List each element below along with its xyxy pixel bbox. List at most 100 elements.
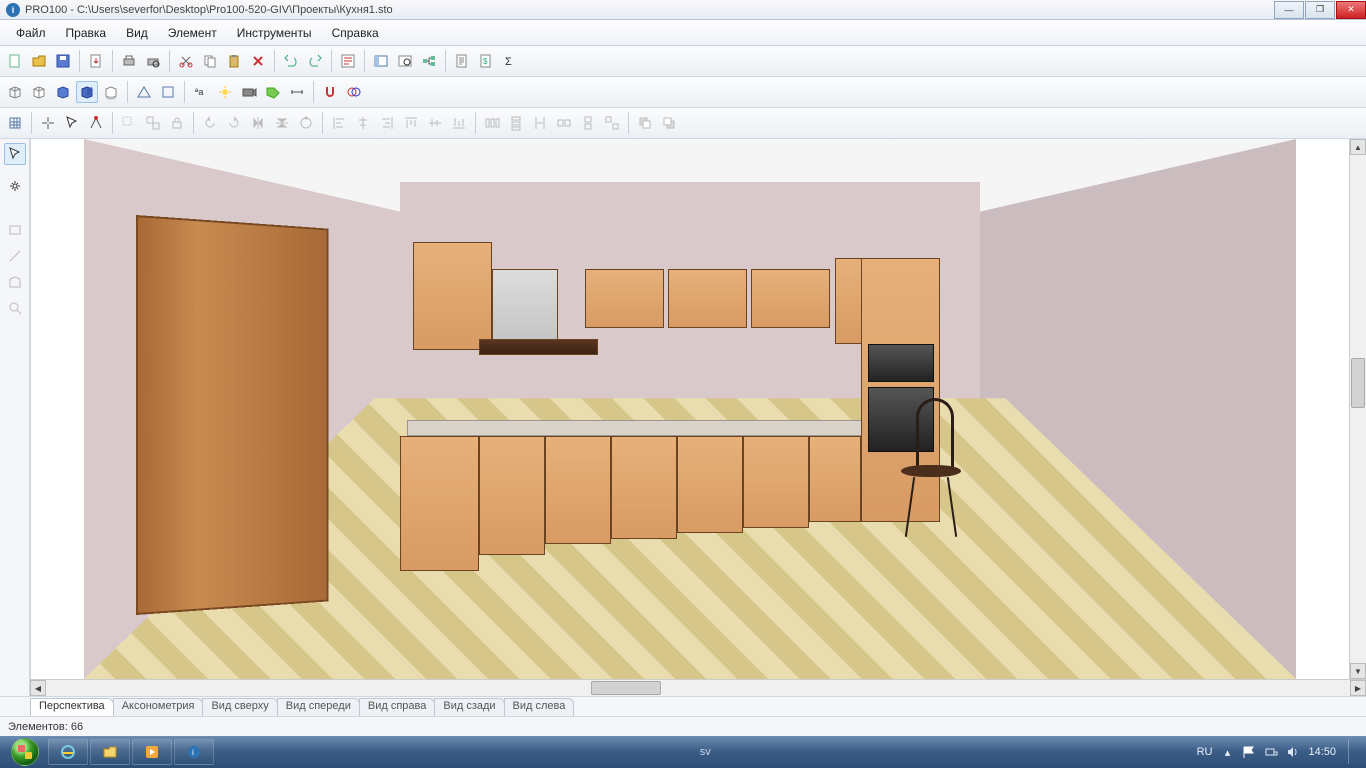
align-middle-icon[interactable] (424, 112, 446, 134)
rotate-free-icon[interactable] (295, 112, 317, 134)
tray-flag-icon[interactable] (1242, 745, 1256, 759)
zoom-tool-icon[interactable] (4, 297, 26, 319)
grid-icon[interactable] (4, 112, 26, 134)
tab-right[interactable]: Вид справа (359, 698, 436, 716)
equal-width-icon[interactable] (553, 112, 575, 134)
label-icon[interactable]: ªa (190, 81, 212, 103)
properties-icon[interactable] (337, 50, 359, 72)
report-icon[interactable] (451, 50, 473, 72)
menu-help[interactable]: Справка (322, 24, 389, 42)
lock-icon[interactable] (166, 112, 188, 134)
pick-icon[interactable] (37, 112, 59, 134)
sum-icon[interactable]: Σ (499, 50, 521, 72)
print-preview-icon[interactable] (142, 50, 164, 72)
toolbar-edit (0, 108, 1366, 139)
tab-axonometry[interactable]: Аксонометрия (113, 698, 204, 716)
menu-edit[interactable]: Правка (56, 24, 117, 42)
dimension-icon[interactable] (286, 81, 308, 103)
door-element (136, 215, 328, 615)
save-icon[interactable] (52, 50, 74, 72)
copy-icon[interactable] (199, 50, 221, 72)
toolbar-view: ªa (0, 77, 1366, 108)
open-icon[interactable] (28, 50, 50, 72)
spacing-icon[interactable] (529, 112, 551, 134)
align-bottom-icon[interactable] (448, 112, 470, 134)
texture-icon[interactable] (76, 81, 98, 103)
rotate-right-icon[interactable] (223, 112, 245, 134)
delete-icon[interactable] (247, 50, 269, 72)
line-tool-icon[interactable] (4, 245, 26, 267)
rotate-left-icon[interactable] (199, 112, 221, 134)
menu-element[interactable]: Элемент (158, 24, 227, 42)
tab-left[interactable]: Вид слева (504, 698, 575, 716)
align-left-icon[interactable] (328, 112, 350, 134)
pointer-tool-icon[interactable] (4, 143, 26, 165)
clock[interactable]: 14:50 (1308, 746, 1336, 758)
equal-height-icon[interactable] (577, 112, 599, 134)
catalog-icon[interactable] (370, 50, 392, 72)
tab-top[interactable]: Вид сверху (202, 698, 277, 716)
group-icon[interactable] (118, 112, 140, 134)
ungroup-icon[interactable] (142, 112, 164, 134)
taskbar-app-icon[interactable]: i (174, 739, 214, 765)
paste-icon[interactable] (223, 50, 245, 72)
taskbar-media-icon[interactable] (132, 739, 172, 765)
align-center-h-icon[interactable] (352, 112, 374, 134)
viewport-wrap: ▲ ▼ ◀ ▶ (30, 139, 1366, 696)
align-top-icon[interactable] (400, 112, 422, 134)
tag-icon[interactable] (262, 81, 284, 103)
close-button[interactable]: ✕ (1336, 1, 1366, 19)
align-right-icon[interactable] (376, 112, 398, 134)
menu-tools[interactable]: Инструменты (227, 24, 322, 42)
distribute-v-icon[interactable] (505, 112, 527, 134)
tab-front[interactable]: Вид спереди (277, 698, 360, 716)
explorer-icon[interactable] (394, 50, 416, 72)
menu-file[interactable]: Файл (6, 24, 56, 42)
language-indicator[interactable]: RU (1197, 746, 1213, 758)
price-icon[interactable]: $ (475, 50, 497, 72)
taskbar-ie-icon[interactable] (48, 739, 88, 765)
collision-icon[interactable] (343, 81, 365, 103)
start-button[interactable] (4, 737, 46, 767)
tray-volume-icon[interactable] (1286, 745, 1300, 759)
structure-icon[interactable] (418, 50, 440, 72)
minimize-button[interactable]: — (1274, 1, 1304, 19)
hidden-line-icon[interactable] (28, 81, 50, 103)
shadow-icon[interactable] (100, 81, 122, 103)
new-icon[interactable] (4, 50, 26, 72)
wireframe-icon[interactable] (4, 81, 26, 103)
ortho-icon[interactable] (157, 81, 179, 103)
light-tool-icon[interactable] (4, 175, 26, 197)
light-icon[interactable] (214, 81, 236, 103)
vertex-icon[interactable] (85, 112, 107, 134)
to-back-icon[interactable] (658, 112, 680, 134)
print-icon[interactable] (118, 50, 140, 72)
color-icon[interactable] (52, 81, 74, 103)
horizontal-scrollbar[interactable]: ◀ ▶ (30, 679, 1366, 696)
perspective-icon[interactable] (133, 81, 155, 103)
undo-icon[interactable] (280, 50, 302, 72)
redo-icon[interactable] (304, 50, 326, 72)
snap-icon[interactable] (319, 81, 341, 103)
shape-tool-icon[interactable] (4, 271, 26, 293)
tray-show-hidden-icon[interactable]: ▴ (1220, 745, 1234, 759)
taskbar-explorer-icon[interactable] (90, 739, 130, 765)
viewport-3d[interactable] (30, 139, 1349, 679)
maximize-button[interactable]: ❐ (1305, 1, 1335, 19)
distribute-h-icon[interactable] (481, 112, 503, 134)
vertical-scrollbar[interactable]: ▲ ▼ (1349, 139, 1366, 679)
show-desktop-button[interactable] (1348, 740, 1356, 764)
mirror-h-icon[interactable] (247, 112, 269, 134)
select-icon[interactable] (61, 112, 83, 134)
equal-size-icon[interactable] (601, 112, 623, 134)
to-front-icon[interactable] (634, 112, 656, 134)
rectangle-tool-icon[interactable] (4, 219, 26, 241)
camera-icon[interactable] (238, 81, 260, 103)
tab-back[interactable]: Вид сзади (434, 698, 504, 716)
tray-network-icon[interactable] (1264, 745, 1278, 759)
menu-view[interactable]: Вид (116, 24, 158, 42)
import-icon[interactable] (85, 50, 107, 72)
mirror-v-icon[interactable] (271, 112, 293, 134)
cut-icon[interactable] (175, 50, 197, 72)
tab-perspective[interactable]: Перспектива (30, 698, 114, 716)
